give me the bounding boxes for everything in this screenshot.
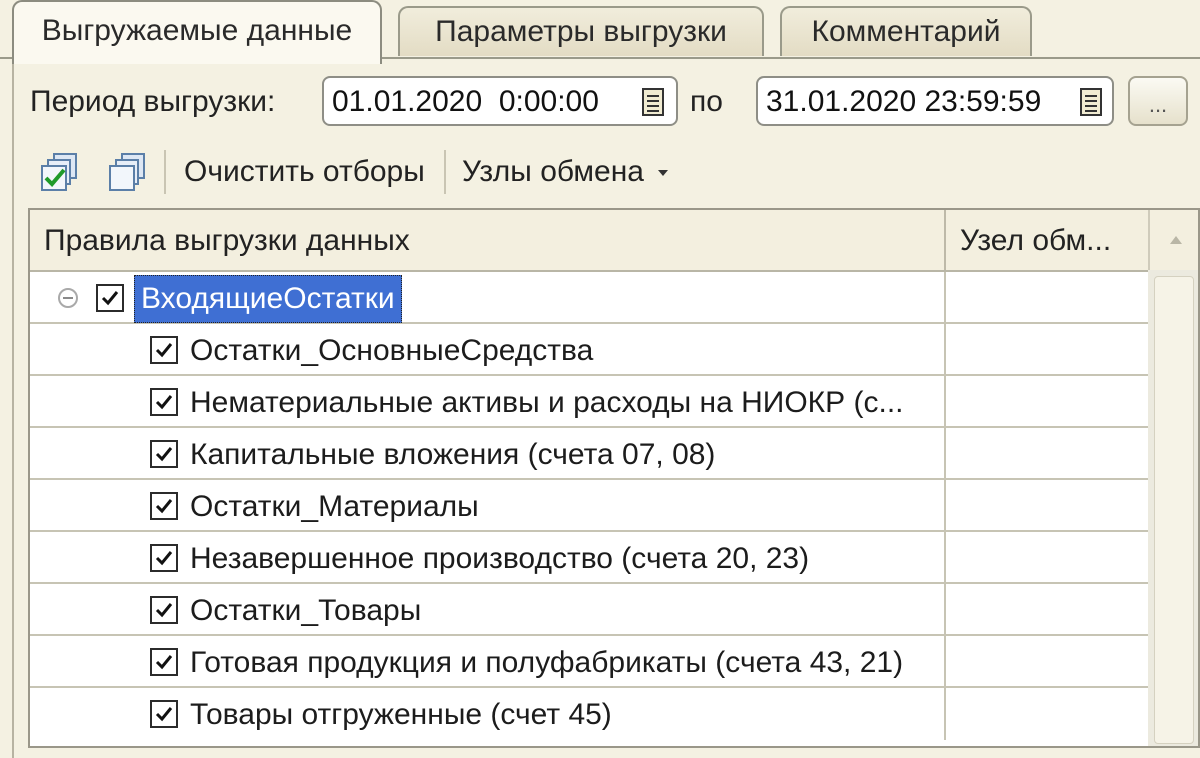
checkbox-checked[interactable] — [150, 492, 178, 520]
column-divider — [944, 324, 946, 376]
vertical-scrollbar[interactable] — [1148, 210, 1198, 746]
table-row[interactable]: Остатки_Товары — [30, 584, 1148, 636]
check-all-icon[interactable] — [40, 152, 80, 192]
column-divider — [944, 636, 946, 688]
row-label: Капитальные вложения (счета 07, 08) — [190, 438, 716, 471]
panel-border — [12, 58, 14, 758]
checkmark-icon — [155, 343, 173, 358]
row-label: Готовая продукция и полуфабрикаты (счета… — [190, 646, 904, 679]
checkbox-checked[interactable] — [150, 648, 178, 676]
toolbar-separator — [164, 150, 166, 194]
clear-filters-button[interactable]: Очистить отборы — [184, 152, 425, 192]
tab-bar: Выгружаемые данные Параметры выгрузки Ко… — [0, 0, 1200, 66]
column-divider — [944, 272, 946, 324]
row-label: Товары отгруженные (счет 45) — [190, 698, 612, 731]
table-row[interactable]: Нематериальные активы и расходы на НИОКР… — [30, 376, 1148, 428]
checkbox-checked[interactable] — [150, 388, 178, 416]
period-to-field[interactable] — [756, 76, 1114, 126]
column-divider — [944, 532, 946, 584]
checkmark-icon — [155, 655, 173, 670]
calendar-icon[interactable] — [1080, 88, 1102, 116]
checkbox-checked[interactable] — [150, 596, 178, 624]
row-label: Остатки_ОсновныеСредства — [190, 334, 594, 367]
row-label: Нематериальные активы и расходы на НИОКР… — [190, 386, 904, 419]
checkmark-icon — [101, 291, 119, 306]
table-row[interactable]: Остатки_ОсновныеСредства — [30, 324, 1148, 376]
scroll-thumb[interactable] — [1154, 276, 1194, 744]
table-row[interactable]: Капитальные вложения (счета 07, 08) — [30, 428, 1148, 480]
row-label: Незавершенное производство (счета 20, 23… — [190, 542, 810, 575]
row-label: Остатки_Материалы — [190, 490, 479, 523]
column-divider — [944, 480, 946, 532]
exchange-nodes-button[interactable]: Узлы обмена — [462, 152, 670, 192]
checkmark-icon — [155, 603, 173, 618]
checkmark-icon — [155, 551, 173, 566]
table-row[interactable]: Остатки_Материалы — [30, 480, 1148, 532]
column-header-rules[interactable]: Правила выгрузки данных — [44, 210, 924, 270]
checkbox-checked[interactable] — [96, 284, 124, 312]
row-label: Остатки_Товары — [190, 594, 422, 627]
column-divider — [944, 688, 946, 740]
table-row[interactable]: Незавершенное производство (счета 20, 23… — [30, 532, 1148, 584]
tab-export-data[interactable]: Выгружаемые данные — [12, 0, 382, 64]
column-divider — [944, 428, 946, 480]
table-header: Правила выгрузки данных Узел обм... — [30, 210, 1172, 272]
checkmark-icon — [155, 447, 173, 462]
uncheck-all-icon[interactable] — [108, 152, 148, 192]
checkbox-checked[interactable] — [150, 700, 178, 728]
checkmark-icon — [155, 707, 173, 722]
period-to-label: по — [690, 85, 723, 118]
collapse-icon[interactable] — [58, 288, 78, 308]
tab-comment[interactable]: Комментарий — [780, 6, 1032, 56]
column-divider — [944, 210, 946, 270]
table-row[interactable]: Готовая продукция и полуфабрикаты (счета… — [30, 636, 1148, 688]
checkmark-icon — [155, 499, 173, 514]
period-to-input[interactable] — [766, 84, 1056, 120]
table-row[interactable]: Товары отгруженные (счет 45) — [30, 688, 1148, 740]
chevron-down-icon — [658, 170, 669, 177]
period-from-field[interactable] — [322, 76, 678, 126]
column-header-node[interactable]: Узел обм... — [960, 210, 1140, 270]
scroll-up-button[interactable] — [1148, 210, 1198, 270]
export-rules-table[interactable]: Правила выгрузки данных Узел обм... Вход… — [28, 208, 1200, 748]
chevron-up-icon — [1170, 236, 1182, 244]
period-from-input[interactable] — [332, 84, 622, 120]
checkbox-checked[interactable] — [150, 440, 178, 468]
column-divider — [944, 584, 946, 636]
tab-export-parameters[interactable]: Параметры выгрузки — [398, 6, 764, 56]
calendar-icon[interactable] — [642, 88, 664, 116]
choose-period-button[interactable]: ... — [1128, 76, 1188, 126]
row-label-root[interactable]: ВходящиеОстатки — [134, 275, 402, 323]
checkbox-checked[interactable] — [150, 336, 178, 364]
exchange-nodes-label: Узлы обмена — [462, 155, 644, 188]
table-row-root[interactable]: ВходящиеОстатки — [30, 272, 1148, 324]
checkmark-icon — [155, 395, 173, 410]
checkbox-checked[interactable] — [150, 544, 178, 572]
toolbar-separator — [444, 150, 446, 194]
column-divider — [944, 376, 946, 428]
period-label: Период выгрузки: — [30, 85, 276, 118]
